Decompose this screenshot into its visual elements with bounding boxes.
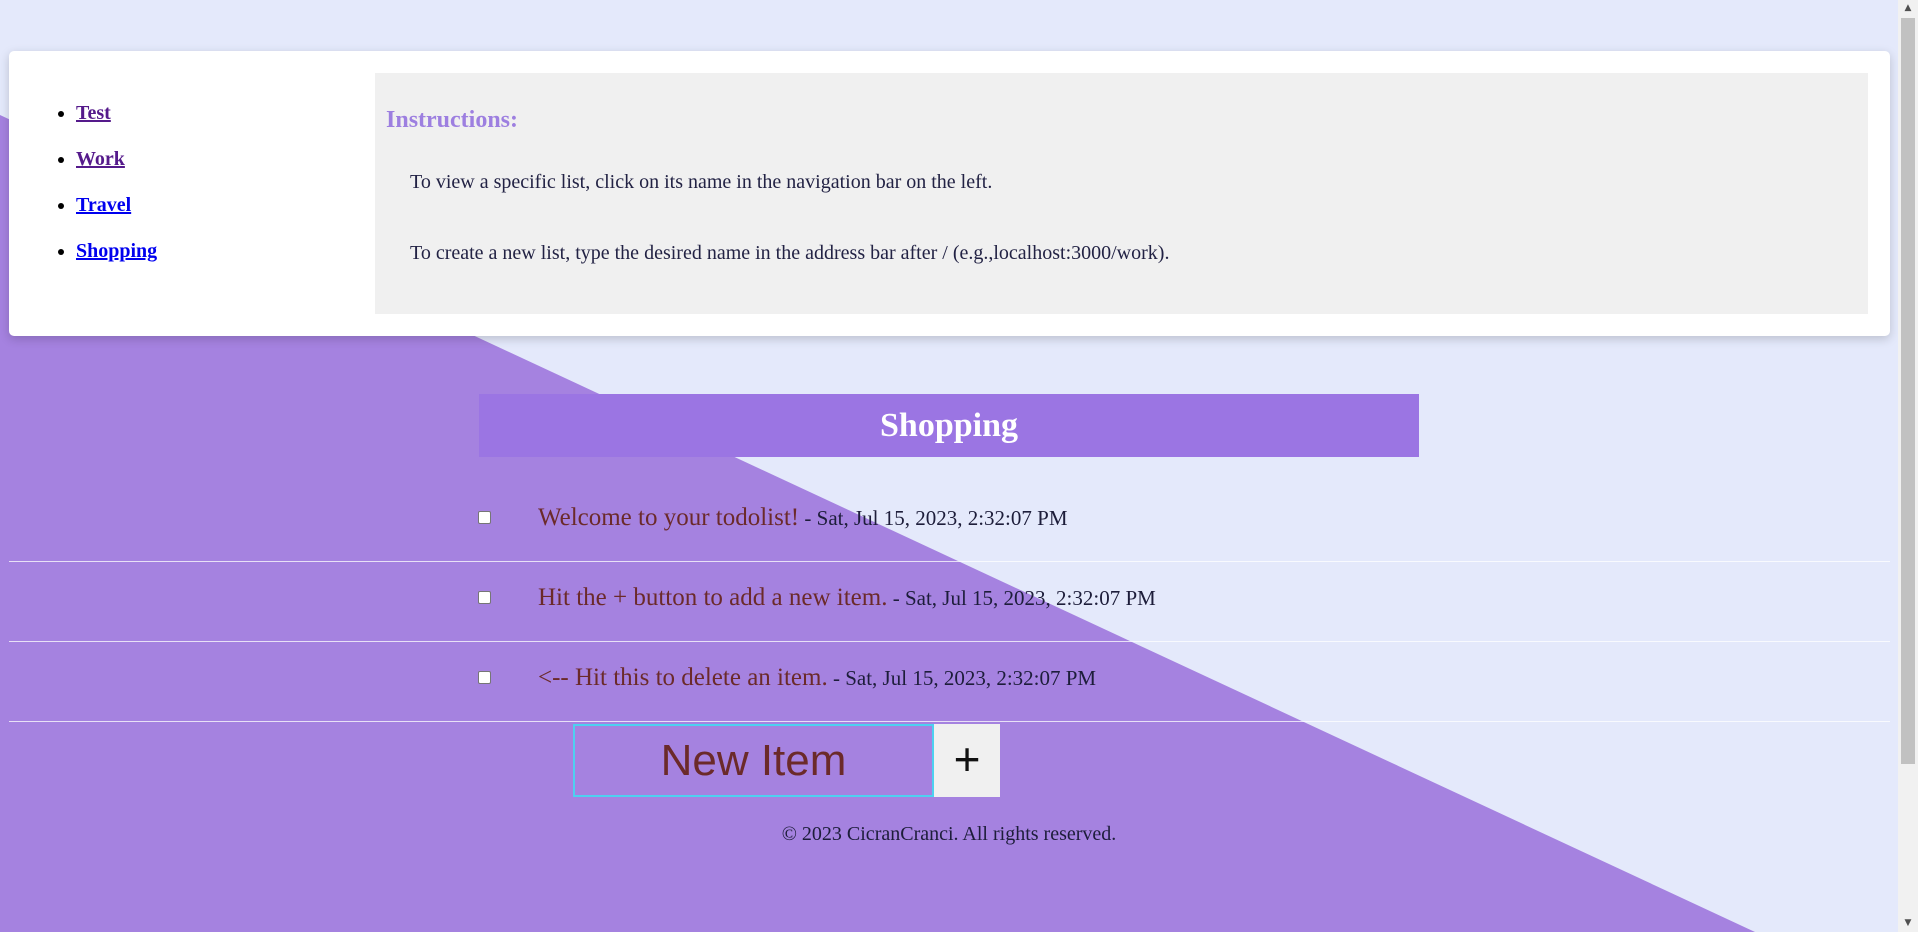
nav-item: Travel xyxy=(76,195,157,241)
instructions-line-view: To view a specific list, click on its na… xyxy=(410,171,993,193)
vertical-scrollbar[interactable]: ▲ ▼ xyxy=(1898,0,1918,932)
delete-checkbox[interactable] xyxy=(478,671,491,684)
delete-checkbox[interactable] xyxy=(478,511,491,524)
instructions-panel: Instructions: To view a specific list, c… xyxy=(375,73,1868,314)
todo-item-label: Hit the + button to add a new item. xyxy=(538,584,888,611)
todo-item-date: - Sat, Jul 15, 2023, 2:32:07 PM xyxy=(887,586,1156,610)
todo-item-label: Welcome to your todolist! xyxy=(538,504,800,531)
todo-item-text: Welcome to your todolist! - Sat, Jul 15,… xyxy=(538,504,1068,532)
add-item-button[interactable]: + xyxy=(934,724,1000,797)
nav-item: Test xyxy=(76,103,157,149)
todo-item-text: Hit the + button to add a new item. - Sa… xyxy=(538,584,1156,612)
todo-item-date: - Sat, Jul 15, 2023, 2:32:07 PM xyxy=(827,666,1097,690)
list-navigation: Test Work Travel Shopping xyxy=(49,103,157,287)
instructions-line-create: To create a new list, type the desired n… xyxy=(410,242,1170,264)
page: Test Work Travel Shopping Instructions: … xyxy=(0,0,1898,932)
footer-copyright: © 2023 CicranCranci. All rights reserved… xyxy=(781,823,1117,845)
todo-item-date: - Sat, Jul 15, 2023, 2:32:07 PM xyxy=(799,506,1068,530)
delete-checkbox[interactable] xyxy=(478,591,491,604)
todo-item: Hit the + button to add a new item. - Sa… xyxy=(9,562,1890,642)
new-item-input[interactable]: New Item xyxy=(573,724,934,797)
nav-link-test[interactable]: Test xyxy=(76,102,111,124)
list-title: Shopping xyxy=(479,394,1419,457)
todo-item: <-- Hit this to delete an item. - Sat, J… xyxy=(9,642,1890,722)
todo-item-label: <-- Hit this to delete an item. xyxy=(538,664,828,691)
nav-link-shopping[interactable]: Shopping xyxy=(76,240,157,262)
todo-item: Welcome to your todolist! - Sat, Jul 15,… xyxy=(9,482,1890,562)
nav-item: Work xyxy=(76,149,157,195)
todo-item-text: <-- Hit this to delete an item. - Sat, J… xyxy=(538,664,1096,692)
nav-item: Shopping xyxy=(76,241,157,287)
scrollbar-thumb[interactable] xyxy=(1901,18,1915,764)
scroll-down-arrow-icon[interactable]: ▼ xyxy=(1898,915,1918,932)
scroll-up-arrow-icon[interactable]: ▲ xyxy=(1898,0,1918,17)
header-card: Test Work Travel Shopping Instructions: … xyxy=(9,51,1890,336)
nav-link-work[interactable]: Work xyxy=(76,148,125,170)
nav-link-travel[interactable]: Travel xyxy=(76,194,131,216)
instructions-title: Instructions: xyxy=(386,107,519,133)
